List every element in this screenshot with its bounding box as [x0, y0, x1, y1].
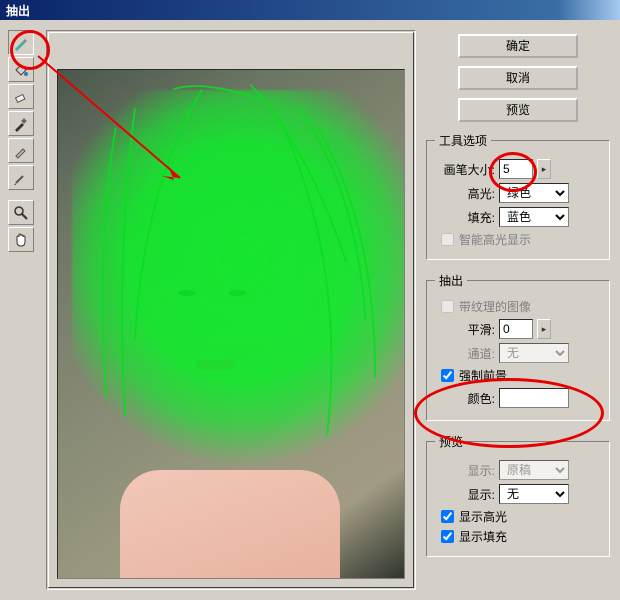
smart-highlight-checkbox — [441, 233, 454, 246]
controls-column: 确定 取消 预览 工具选项 画笔大小: 高光: 绿色 填充: 蓝色 智能高光显示 — [424, 30, 612, 590]
cancel-button[interactable]: 取消 — [458, 66, 578, 90]
eraser-tool[interactable] — [8, 84, 34, 109]
smart-highlight-label: 智能高光显示 — [459, 231, 531, 248]
force-foreground-label: 强制前景 — [459, 367, 507, 384]
preview-button[interactable]: 预览 — [458, 98, 578, 122]
title-text: 抽出 — [6, 2, 30, 19]
view-label: 显示: — [435, 462, 495, 479]
smooth-spinner[interactable] — [537, 319, 551, 339]
edge-touchup-tool[interactable] — [8, 165, 34, 190]
color-label: 颜色: — [435, 390, 495, 407]
textured-image-label: 带纹理的图像 — [459, 298, 531, 315]
preview-group: 预览 显示: 原稿 显示: 无 显示高光 显示填充 — [426, 433, 610, 557]
fill-label: 填充: — [435, 209, 495, 226]
display-select[interactable]: 无 — [499, 484, 569, 504]
show-fill-label: 显示填充 — [459, 528, 507, 545]
ok-button[interactable]: 确定 — [458, 34, 578, 58]
brush-size-label: 画笔大小: — [435, 161, 495, 178]
edge-highlighter-tool[interactable] — [8, 30, 34, 55]
highlight-select[interactable]: 绿色 — [499, 183, 569, 203]
smooth-label: 平滑: — [435, 321, 495, 338]
cleanup-tool[interactable] — [8, 138, 34, 163]
preview-area — [46, 30, 416, 590]
show-fill-checkbox[interactable] — [441, 530, 454, 543]
zoom-tool[interactable] — [8, 200, 34, 225]
preview-legend: 预览 — [435, 433, 467, 450]
force-foreground-checkbox[interactable] — [441, 369, 454, 382]
show-highlight-label: 显示高光 — [459, 508, 507, 525]
fill-select[interactable]: 蓝色 — [499, 207, 569, 227]
tool-options-legend: 工具选项 — [435, 132, 491, 149]
brush-size-spinner[interactable] — [537, 159, 551, 179]
extract-legend: 抽出 — [435, 272, 467, 289]
tool-column — [8, 30, 38, 590]
titlebar: 抽出 — [0, 0, 620, 20]
smooth-input[interactable] — [499, 319, 533, 339]
show-highlight-checkbox[interactable] — [441, 510, 454, 523]
dialog-body: 确定 取消 预览 工具选项 画笔大小: 高光: 绿色 填充: 蓝色 智能高光显示 — [0, 20, 620, 600]
extract-group: 抽出 带纹理的图像 平滑: 通道: 无 强制前景 颜色: — [426, 272, 610, 421]
textured-image-checkbox — [441, 300, 454, 313]
brush-size-input[interactable] — [499, 159, 533, 179]
fill-tool[interactable] — [8, 57, 34, 82]
hand-tool[interactable] — [8, 227, 34, 252]
color-swatch[interactable] — [499, 388, 569, 408]
tool-options-group: 工具选项 画笔大小: 高光: 绿色 填充: 蓝色 智能高光显示 — [426, 132, 610, 260]
view-select: 原稿 — [499, 460, 569, 480]
highlight-label: 高光: — [435, 185, 495, 202]
channel-label: 通道: — [435, 345, 495, 362]
image-canvas[interactable] — [57, 69, 405, 579]
channel-select: 无 — [499, 343, 569, 363]
display-label: 显示: — [435, 486, 495, 503]
eyedropper-tool[interactable] — [8, 111, 34, 136]
